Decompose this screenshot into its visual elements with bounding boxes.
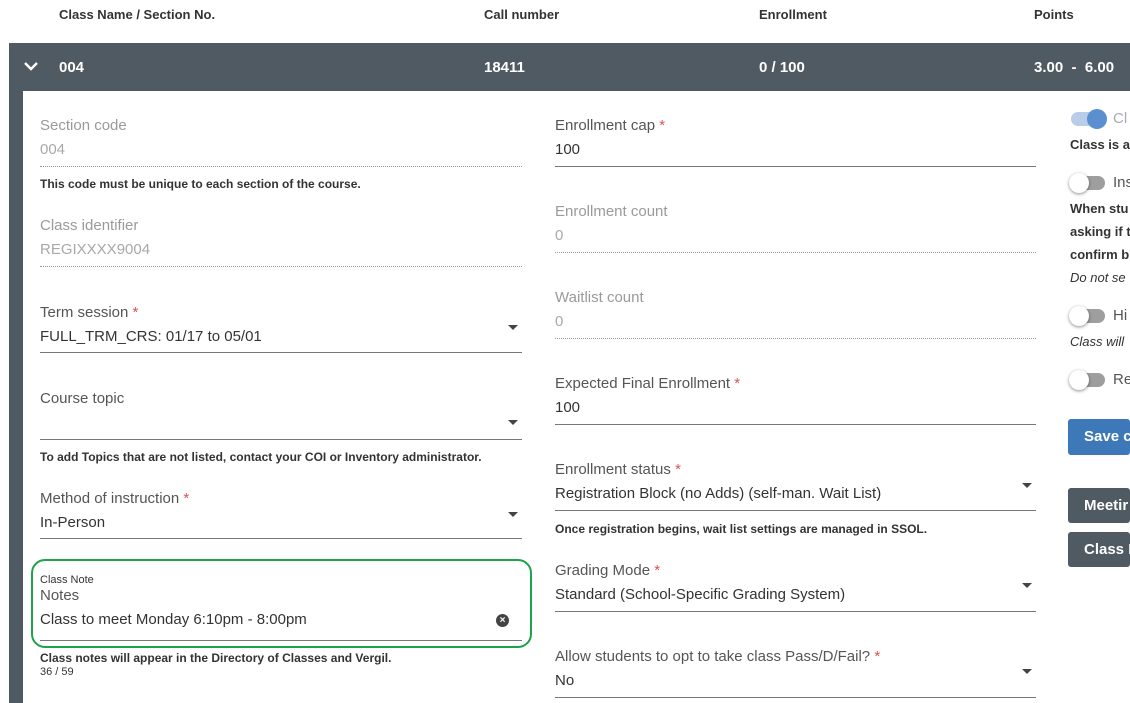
waitlist-count-field: 0 bbox=[555, 313, 564, 330]
call-number: 18411 bbox=[484, 59, 525, 76]
section-code-label: Section code bbox=[40, 117, 127, 134]
enrollment-status-label: Enrollment status * bbox=[555, 461, 681, 478]
divider bbox=[555, 697, 1036, 698]
instructor-toggle-label: Ins bbox=[1113, 174, 1130, 191]
instructor-help-line: asking if t bbox=[1070, 224, 1130, 239]
divider bbox=[555, 338, 1036, 339]
divider bbox=[40, 352, 522, 353]
enrollment-cap-input[interactable]: 100 bbox=[555, 141, 580, 158]
column-header-call-number: Call number bbox=[484, 7, 560, 22]
divider bbox=[555, 510, 1036, 511]
column-header-points: Points bbox=[1034, 7, 1074, 22]
instructor-help-line: When stu bbox=[1070, 201, 1129, 216]
class-active-help: Class is a bbox=[1070, 137, 1130, 152]
section-rail bbox=[9, 91, 23, 703]
divider bbox=[555, 424, 1036, 425]
chevron-down-icon[interactable] bbox=[24, 61, 38, 71]
class-note-help: Class notes will appear in the Directory… bbox=[40, 651, 392, 665]
enrollment-status-help: Once registration begins, wait list sett… bbox=[555, 522, 928, 536]
divider bbox=[555, 252, 1036, 253]
grading-mode-select[interactable]: Standard (School-Specific Grading System… bbox=[555, 586, 845, 603]
enrollment-count-field: 0 bbox=[555, 227, 564, 244]
column-header-class: Class Name / Section No. bbox=[59, 7, 216, 22]
term-session-select[interactable]: FULL_TRM_CRS: 01/17 to 05/01 bbox=[40, 328, 262, 345]
divider bbox=[40, 166, 522, 167]
grading-mode-label: Grading Mode * bbox=[555, 562, 661, 579]
instructor-help-line: confirm b bbox=[1070, 247, 1130, 262]
toggle-knob bbox=[1087, 109, 1107, 129]
divider bbox=[40, 538, 522, 539]
course-topic-help: To add Topics that are not listed, conta… bbox=[40, 450, 482, 464]
enrollment-value: 0 / 100 bbox=[759, 59, 805, 76]
class-active-toggle[interactable] bbox=[1071, 109, 1107, 129]
toggle-knob bbox=[1069, 370, 1089, 390]
clear-icon[interactable]: × bbox=[496, 614, 509, 627]
toggle-knob bbox=[1069, 173, 1089, 193]
class-identifier-field: REGIXXXX9004 bbox=[40, 241, 151, 258]
term-session-label: Term session * bbox=[40, 304, 139, 321]
divider bbox=[555, 166, 1036, 167]
points-value: 3.00 - 6.00 bbox=[1034, 59, 1115, 76]
save-button[interactable]: Save c bbox=[1068, 419, 1130, 455]
class-button[interactable]: Class I bbox=[1068, 532, 1130, 567]
restrict-toggle-label: Re bbox=[1113, 371, 1130, 388]
divider bbox=[40, 640, 522, 641]
dropdown-caret-icon[interactable] bbox=[1022, 583, 1032, 588]
meeting-button[interactable]: Meetir bbox=[1068, 488, 1130, 523]
waitlist-count-label: Waitlist count bbox=[555, 289, 644, 306]
dropdown-caret-icon[interactable] bbox=[508, 420, 518, 425]
dropdown-caret-icon[interactable] bbox=[1022, 483, 1032, 488]
pass-fail-label: Allow students to opt to take class Pass… bbox=[555, 648, 881, 665]
enrollment-count-label: Enrollment count bbox=[555, 203, 668, 220]
class-note-input[interactable]: Class to meet Monday 6:10pm - 8:00pm bbox=[40, 611, 307, 628]
divider bbox=[40, 266, 522, 267]
divider bbox=[555, 611, 1036, 612]
divider bbox=[40, 439, 522, 440]
course-topic-label: Course topic bbox=[40, 390, 125, 407]
method-of-instruction-label: Method of instruction * bbox=[40, 490, 190, 507]
enrollment-cap-label: Enrollment cap * bbox=[555, 117, 666, 134]
instructor-toggle[interactable] bbox=[1069, 173, 1105, 193]
class-identifier-label: Class identifier bbox=[40, 217, 139, 234]
dropdown-caret-icon[interactable] bbox=[1022, 669, 1032, 674]
method-of-instruction-select[interactable]: In-Person bbox=[40, 514, 105, 531]
dropdown-caret-icon[interactable] bbox=[508, 512, 518, 517]
section-number: 004 bbox=[59, 59, 85, 76]
section-code-help: This code must be unique to each section… bbox=[40, 177, 361, 191]
class-note-highlight bbox=[31, 559, 532, 648]
toggle-knob bbox=[1069, 306, 1089, 326]
hide-toggle-label: Hi bbox=[1113, 307, 1128, 324]
column-header-enrollment: Enrollment bbox=[759, 7, 827, 22]
expected-enrollment-label: Expected Final Enrollment * bbox=[555, 375, 741, 392]
pass-fail-select[interactable]: No bbox=[555, 672, 574, 689]
enrollment-status-select[interactable]: Registration Block (no Adds) (self-man. … bbox=[555, 485, 881, 502]
hide-toggle[interactable] bbox=[1069, 306, 1105, 326]
restrict-toggle[interactable] bbox=[1069, 370, 1105, 390]
class-note-char-count: 36 / 59 bbox=[40, 666, 74, 678]
dropdown-caret-icon[interactable] bbox=[508, 325, 518, 330]
expected-enrollment-input[interactable]: 100 bbox=[555, 399, 580, 416]
course-topic-select[interactable] bbox=[40, 414, 500, 432]
section-code-field: 004 bbox=[40, 141, 66, 158]
hide-help: Class will bbox=[1070, 334, 1125, 349]
section-row[interactable]: 004 18411 0 / 100 3.00 - 6.00 bbox=[9, 43, 1130, 91]
class-active-toggle-label: Cl bbox=[1113, 110, 1128, 127]
class-note-small-label: Class Note bbox=[40, 574, 94, 586]
class-note-label: Notes bbox=[40, 587, 80, 604]
instructor-help-line: Do not se bbox=[1070, 270, 1126, 285]
